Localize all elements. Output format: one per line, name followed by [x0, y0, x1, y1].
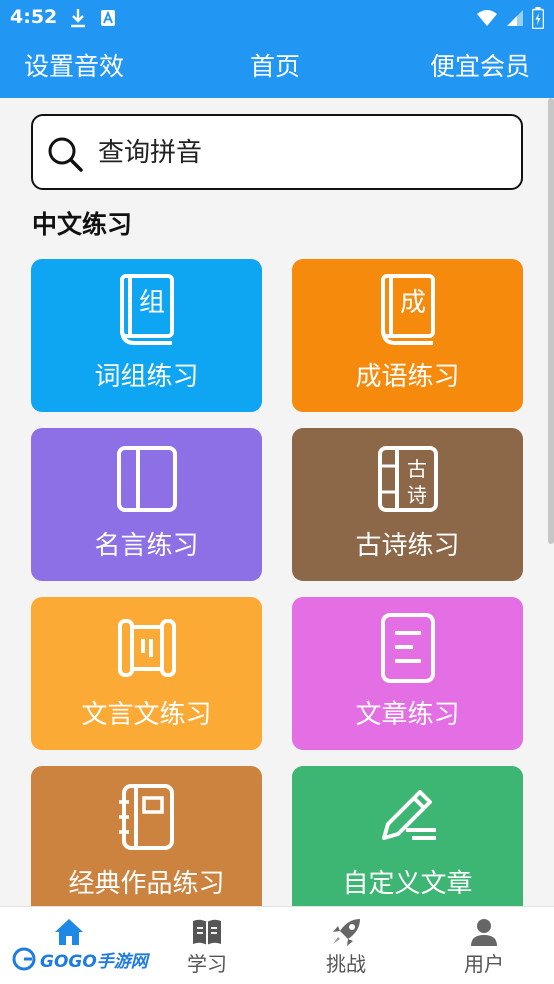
search-placeholder: 查询拼音	[98, 138, 203, 168]
font-a-icon	[101, 10, 115, 26]
tile-article-practice[interactable]: 文章练习	[292, 597, 523, 750]
book-icon: 组	[120, 274, 174, 345]
tile-label: 名言练习	[94, 531, 199, 561]
nav-study[interactable]: 学习	[138, 907, 276, 984]
tile-quote-practice[interactable]: 名言练习	[31, 428, 262, 581]
tile-label: 文章练习	[355, 700, 460, 730]
tile-phrase-practice[interactable]: 组 词组练习	[31, 259, 262, 412]
poem-book-icon: 古 诗	[378, 446, 438, 512]
status-bar: 4:52	[0, 0, 554, 36]
section-title: 中文练习	[32, 210, 133, 239]
scroll-icon	[118, 619, 176, 677]
book-open-icon	[117, 446, 177, 512]
sound-settings-button[interactable]: 设置音效	[24, 50, 124, 84]
tile-label: 文言文练习	[81, 700, 212, 730]
nav-label: 学习	[187, 952, 227, 976]
pencil-icon	[382, 790, 436, 840]
top-bar: 设置音效 首页 便宜会员	[0, 36, 554, 98]
notebook-icon	[119, 784, 174, 850]
user-icon	[471, 919, 497, 946]
nav-user[interactable]: 用户	[415, 907, 553, 984]
book-icon: 成	[381, 274, 435, 345]
watermark: GOGO手游网	[12, 944, 148, 974]
gogo-logo-icon	[12, 947, 36, 971]
wifi-icon	[477, 10, 497, 26]
rocket-icon	[333, 919, 360, 946]
tile-label: 自定义文章	[342, 869, 473, 899]
document-icon	[381, 613, 435, 683]
search-icon	[48, 137, 83, 172]
home-icon	[55, 919, 83, 945]
tile-classical-chinese-practice[interactable]: 文言文练习	[31, 597, 262, 750]
search-box[interactable]: 查询拼音	[31, 114, 523, 190]
tile-label: 古诗练习	[355, 531, 460, 561]
svg-text:古: 古	[407, 457, 427, 481]
scrollbar[interactable]	[548, 98, 554, 544]
watermark-text: GOGO手游网	[40, 951, 148, 972]
tile-poem-practice[interactable]: 古 诗 古诗练习	[292, 428, 523, 581]
signal-icon	[507, 10, 523, 26]
nav-label: 挑战	[326, 952, 366, 976]
svg-text:组: 组	[139, 288, 165, 318]
book-icon	[193, 919, 221, 945]
tile-idiom-practice[interactable]: 成 成语练习	[292, 259, 523, 412]
page-title: 首页	[250, 52, 301, 81]
svg-text:成: 成	[400, 288, 426, 318]
nav-challenge[interactable]: 挑战	[277, 907, 415, 984]
status-time: 4:52	[10, 6, 58, 28]
svg-text:诗: 诗	[407, 483, 427, 507]
download-icon	[71, 9, 85, 28]
battery-icon	[532, 7, 544, 29]
nav-label: 用户	[464, 952, 504, 976]
membership-button[interactable]: 便宜会员	[430, 50, 530, 84]
tile-label: 词组练习	[94, 362, 199, 392]
tile-label: 经典作品练习	[68, 869, 225, 899]
tile-classic-works-practice[interactable]: 经典作品练习	[31, 766, 262, 906]
tile-custom-article[interactable]: 自定义文章	[292, 766, 523, 906]
tile-label: 成语练习	[355, 362, 460, 392]
